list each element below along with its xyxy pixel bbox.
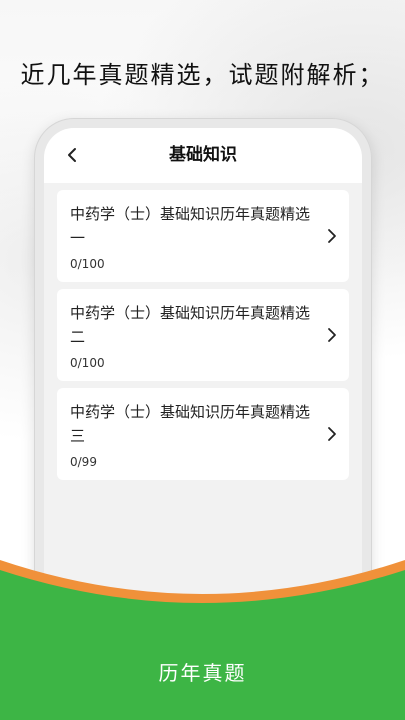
- page-title: 基础知识: [169, 145, 237, 165]
- item-progress: 0/99: [70, 455, 97, 469]
- list-item[interactable]: 中药学（士）基础知识历年真题精选三 0/99: [57, 388, 349, 480]
- item-progress: 0/100: [70, 356, 105, 370]
- chevron-right-icon: [328, 427, 336, 441]
- exam-list: 中药学（士）基础知识历年真题精选一 0/100 中药学（士）基础知识历年真题精选…: [57, 183, 349, 480]
- chevron-right-icon: [328, 229, 336, 243]
- item-title: 中药学（士）基础知识历年真题精选二: [70, 304, 311, 346]
- nav-bar: 基础知识: [44, 128, 362, 183]
- item-title: 中药学（士）基础知识历年真题精选一: [70, 205, 311, 247]
- promo-headline: 近几年真题精选，试题附解析；: [20, 61, 385, 89]
- list-item[interactable]: 中药学（士）基础知识历年真题精选二 0/100: [57, 289, 349, 381]
- footer-wave: [0, 560, 405, 720]
- chevron-right-icon: [328, 328, 336, 342]
- item-progress: 0/100: [70, 257, 105, 271]
- item-title: 中药学（士）基础知识历年真题精选三: [70, 403, 311, 445]
- list-item[interactable]: 中药学（士）基础知识历年真题精选一 0/100: [57, 190, 349, 282]
- footer-label: 历年真题: [158, 661, 247, 685]
